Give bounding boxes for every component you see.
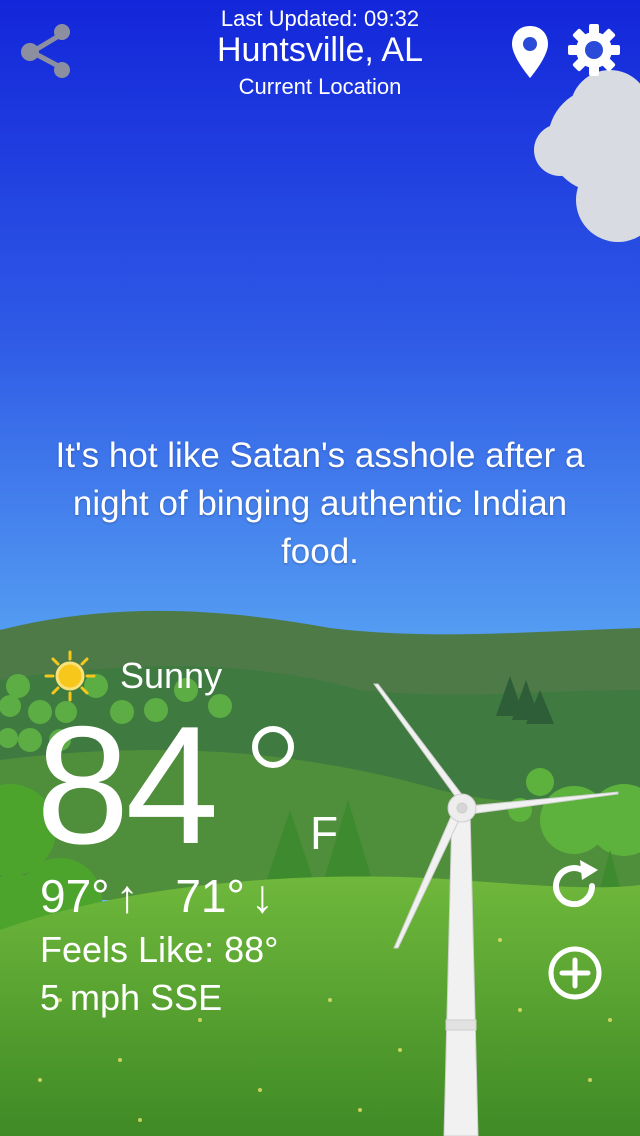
top-bar: Last Updated: 09:32 Huntsville, AL Curre…: [0, 0, 640, 110]
current-temperature: 84: [36, 691, 219, 879]
up-arrow-icon: ↑: [115, 870, 139, 922]
feels-like: Feels Like: 88°: [40, 929, 279, 970]
refresh-icon: [553, 860, 598, 908]
plus-circle-icon: [548, 946, 602, 1000]
low-temperature: 71°: [175, 870, 245, 922]
refresh-button[interactable]: [546, 858, 604, 916]
gear-icon: [568, 24, 620, 76]
high-temperature: 97°: [40, 870, 110, 922]
location-pin-icon: [512, 26, 548, 78]
down-arrow-icon: ↓: [250, 870, 274, 922]
location-button[interactable]: [510, 24, 550, 80]
add-location-button[interactable]: [546, 944, 604, 1002]
degree-symbol: [252, 726, 294, 768]
temperature-unit: F: [310, 807, 339, 859]
high-low: 97° ↑ 71° ↓: [40, 868, 274, 924]
wind: 5 mph SSE: [40, 977, 223, 1018]
weather-message: It's hot like Satan's asshole after a ni…: [55, 436, 585, 571]
settings-button[interactable]: [566, 22, 622, 78]
